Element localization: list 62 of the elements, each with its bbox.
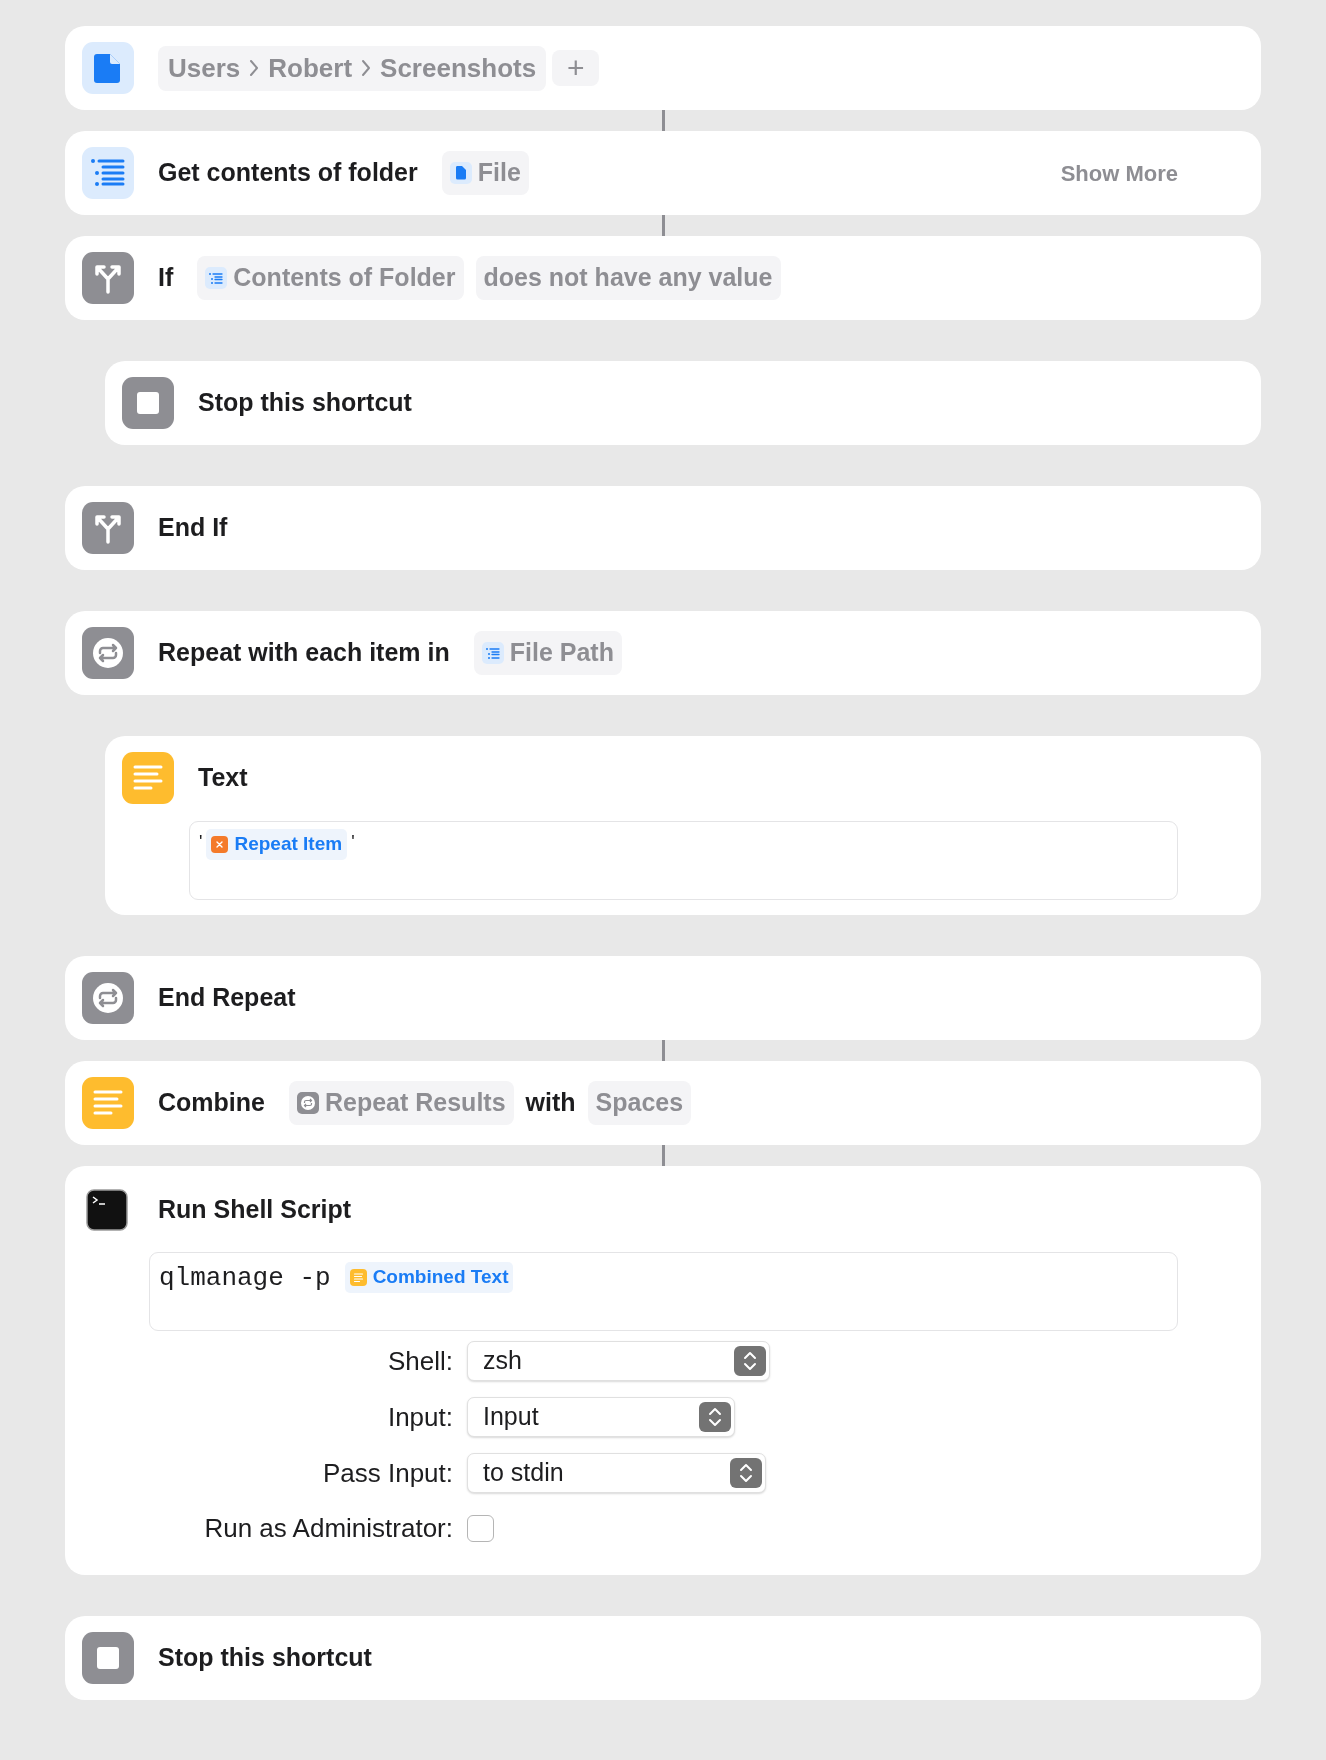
stop-icon xyxy=(122,377,174,429)
terminal-icon xyxy=(86,1189,128,1231)
action-card[interactable]: End If xyxy=(65,486,1261,570)
variable-token[interactable]: Repeat Item xyxy=(206,829,348,860)
action-title: Stop this shortcut xyxy=(198,387,412,419)
select-menu[interactable]: to stdin xyxy=(467,1453,766,1493)
action-title: If xyxy=(158,262,174,294)
list-icon xyxy=(481,642,504,664)
action-title: Get contents of folder xyxy=(158,157,418,189)
select-menu[interactable]: Input xyxy=(467,1397,735,1437)
stepper-icon xyxy=(730,1458,762,1488)
path-label: Screenshots xyxy=(380,51,537,85)
variable-token[interactable]: Combined Text xyxy=(344,1262,514,1293)
document-icon xyxy=(449,162,472,184)
path-label: Robert xyxy=(268,51,353,85)
action-title: End Repeat xyxy=(158,982,296,1014)
action-title: Repeat with each item in xyxy=(158,637,450,669)
stepper-icon xyxy=(699,1402,731,1432)
chevron-right-icon xyxy=(248,58,261,78)
action-title: Combine xyxy=(158,1087,265,1119)
repeat-icon xyxy=(82,972,134,1024)
script-field[interactable]: qlmanage -p Combined Text xyxy=(149,1252,1178,1331)
document-icon xyxy=(82,42,134,94)
option-label: Shell: xyxy=(386,1344,453,1378)
action-card[interactable]: Text ' Repeat Item ' xyxy=(105,736,1261,915)
action-card[interactable]: End Repeat xyxy=(65,956,1261,1040)
list-icon xyxy=(82,147,134,199)
stepper-icon xyxy=(734,1346,766,1376)
chevron-right-icon xyxy=(360,58,373,78)
action-card[interactable]: Repeat with each item in File Path xyxy=(65,611,1261,695)
repeat-icon xyxy=(296,1092,319,1114)
script-text: qlmanage -p xyxy=(159,1262,331,1295)
connector-line xyxy=(661,1040,665,1061)
select-menu[interactable]: zsh xyxy=(467,1341,770,1381)
connector-line xyxy=(661,215,665,236)
text-lines-icon xyxy=(122,752,174,804)
stop-icon xyxy=(82,1632,134,1684)
repeat-icon xyxy=(82,627,134,679)
action-card[interactable]: Stop this shortcut xyxy=(105,361,1261,445)
connector-line xyxy=(661,110,665,131)
option-label: Input: xyxy=(386,1400,453,1434)
text-field[interactable]: ' Repeat Item ' xyxy=(189,821,1178,900)
quote-text: ' xyxy=(351,831,355,854)
action-card[interactable]: Run Shell Script qlmanage -p Combined Text Shell: zsh Input: Input Pass Input: to stdin Run as Administrator: xyxy=(65,1166,1261,1575)
branch-icon xyxy=(82,252,134,304)
option-label: Run as Administrator: xyxy=(203,1512,453,1545)
action-title: Run Shell Script xyxy=(158,1194,352,1226)
quote-text: ' xyxy=(199,831,203,854)
connector-line xyxy=(661,1145,665,1166)
path-label: Users xyxy=(168,51,241,85)
action-title: Text xyxy=(198,762,248,794)
connector-word: with xyxy=(525,1087,576,1119)
branch-icon xyxy=(82,502,134,554)
checkbox[interactable] xyxy=(467,1515,494,1542)
option-label: Pass Input: xyxy=(321,1456,453,1490)
action-title: Stop this shortcut xyxy=(158,1642,372,1674)
action-title: End If xyxy=(158,512,228,544)
text-lines-icon xyxy=(82,1077,134,1129)
list-icon xyxy=(205,267,228,289)
variable-icon xyxy=(211,835,229,853)
action-card[interactable]: Stop this shortcut xyxy=(65,1616,1261,1700)
text-lines-icon xyxy=(349,1268,367,1286)
